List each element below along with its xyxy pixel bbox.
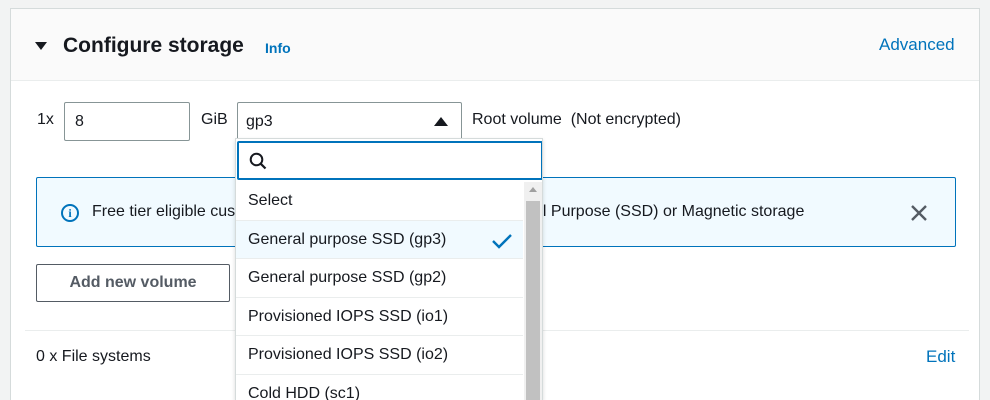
option-label: General purpose SSD (gp3) <box>248 230 447 248</box>
option-io1[interactable]: Provisioned IOPS SSD (io1) <box>236 298 523 336</box>
option-label: Cold HDD (sc1) <box>248 384 361 400</box>
scroll-up-arrow-icon[interactable] <box>529 187 537 192</box>
caret-down-icon[interactable] <box>35 42 47 50</box>
info-icon: i <box>61 204 79 222</box>
dropdown-scrollbar[interactable] <box>524 182 542 400</box>
option-label: Provisioned IOPS SSD (io2) <box>248 346 449 363</box>
option-label: General purpose SSD (gp2) <box>248 269 447 286</box>
option-select[interactable]: Select <box>236 182 523 221</box>
file-systems-label: 0 x File systems <box>36 348 151 365</box>
volume-quantity-label: 1x <box>37 111 54 128</box>
caret-up-icon <box>434 117 448 126</box>
option-gp3[interactable]: General purpose SSD (gp3) <box>236 220 523 259</box>
volume-type-select[interactable]: gp3 <box>237 102 462 141</box>
dropdown-search-box[interactable] <box>237 141 542 180</box>
option-gp2[interactable]: General purpose SSD (gp2) <box>236 259 523 298</box>
option-sc1[interactable]: Cold HDD (sc1) <box>236 375 523 400</box>
advanced-link[interactable]: Advanced <box>879 35 955 55</box>
panel-title: Configure storage <box>63 34 244 57</box>
scrollbar-thumb[interactable] <box>526 201 540 400</box>
volume-unit-label: GiB <box>201 111 228 128</box>
dropdown-options: Select General purpose SSD (gp3) General… <box>236 182 523 400</box>
panel-header: Configure storage Info Advanced <box>11 9 979 81</box>
option-label: Provisioned IOPS SSD (io1) <box>248 307 449 325</box>
add-new-volume-button[interactable]: Add new volume <box>36 264 230 302</box>
info-link[interactable]: Info <box>265 40 291 56</box>
search-icon <box>249 152 267 170</box>
volume-description: Root volume (Not encrypted) <box>472 111 681 128</box>
option-io2[interactable]: Provisioned IOPS SSD (io2) <box>236 336 523 375</box>
close-icon[interactable] <box>909 203 929 223</box>
checkmark-icon <box>492 233 512 249</box>
dropdown-search-input[interactable] <box>277 147 537 175</box>
option-label: Select <box>248 192 293 209</box>
volume-size-input[interactable] <box>64 102 190 141</box>
volume-type-dropdown: Select General purpose SSD (gp3) General… <box>235 138 543 400</box>
volume-type-value: gp3 <box>246 113 273 130</box>
edit-file-systems-link[interactable]: Edit <box>926 347 955 367</box>
